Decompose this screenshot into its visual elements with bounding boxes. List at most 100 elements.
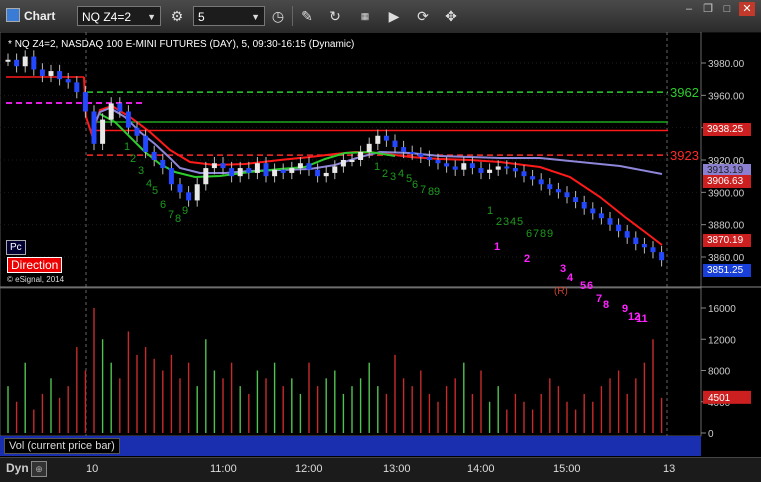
time-label: 11:00 <box>210 463 237 475</box>
count-label-green: 9 <box>547 228 553 240</box>
candle-body <box>306 163 312 170</box>
maximize-icon[interactable]: □ <box>719 2 735 16</box>
candle-body <box>495 166 501 170</box>
dyn-mode-label[interactable]: Dyn <box>6 461 29 475</box>
count-label-magenta: 11 <box>636 313 648 325</box>
candle-body <box>280 169 286 173</box>
close-icon[interactable]: ✕ <box>739 2 755 16</box>
count-label-green: 1 <box>487 205 493 217</box>
candle-body <box>22 56 28 67</box>
time-label: 10 <box>86 463 99 475</box>
price-tick-label: 3900.00 <box>708 188 745 199</box>
candle-body <box>14 59 20 67</box>
volume-title-bar: Vol (current price bar) <box>0 436 701 456</box>
candle-body <box>659 252 665 261</box>
candle-body <box>194 184 200 201</box>
candle-body <box>598 213 604 219</box>
candle-body <box>521 171 527 177</box>
symbol-settings-icon[interactable]: ⚙ <box>167 6 187 26</box>
copyright-text: © eSignal, 2014 <box>7 275 65 284</box>
time-axis[interactable]: Dyn ⊕ 10 11:00 12:00 13:00 14:00 15:00 13 <box>0 457 761 482</box>
candle-body <box>229 168 235 177</box>
data-table-icon[interactable]: ▦ <box>355 6 375 26</box>
candle-body <box>186 192 192 201</box>
count-label-magenta: 6 <box>587 280 593 292</box>
candle-body <box>177 184 183 193</box>
count-label-green: 2 <box>496 216 502 228</box>
link-icon[interactable]: ⟳ <box>413 6 433 26</box>
volume-tick-label: 0 <box>708 429 714 440</box>
candle-body <box>641 244 647 248</box>
candle-body <box>272 169 278 177</box>
candle-body <box>203 168 209 185</box>
count-label-green: 9 <box>182 205 188 217</box>
toolbar-divider <box>292 6 293 26</box>
interval-combo[interactable]: 5 ▼ <box>193 6 265 26</box>
count-label-magenta: 2 <box>524 253 530 265</box>
candle-body <box>48 71 54 76</box>
candle-body <box>349 160 355 162</box>
symbol-combo[interactable]: NQ Z4=2 ▼ <box>77 6 161 26</box>
pc-badge[interactable]: Pc <box>6 240 26 255</box>
candle-body <box>220 163 226 169</box>
count-label-green: 7 <box>533 228 539 240</box>
candle-body <box>469 163 475 169</box>
chart-svg[interactable]: 3980.003960.003940.003920.003900.003880.… <box>0 31 761 456</box>
play-icon[interactable]: ▶ <box>384 6 404 26</box>
clock-icon[interactable]: ◷ <box>268 6 288 26</box>
count-label-magenta: 5 <box>580 280 586 292</box>
crosshair-icon[interactable]: ✥ <box>441 6 461 26</box>
restore-icon[interactable]: ❐ <box>700 2 716 16</box>
candle-body <box>332 166 338 173</box>
candle-body <box>573 197 579 203</box>
candle-body <box>435 160 441 164</box>
count-label-green: 4 <box>398 168 404 180</box>
candle-body <box>254 163 260 173</box>
price-tick-label: 3860.00 <box>708 253 745 264</box>
volume-pane[interactable] <box>0 287 702 437</box>
candle-body <box>65 79 71 83</box>
symbol-value: NQ Z4=2 <box>82 10 132 24</box>
candle-body <box>452 166 458 170</box>
window-title: Chart <box>6 8 55 23</box>
direction-badge[interactable]: Direction <box>7 257 63 273</box>
chevron-down-icon[interactable]: ▼ <box>147 7 156 27</box>
count-label-magenta: 8 <box>603 299 609 311</box>
candle-body <box>409 151 415 154</box>
candle-body <box>117 103 123 112</box>
price-label: 3870.19 <box>703 233 751 247</box>
count-label-green: 6 <box>526 228 532 240</box>
candle-body <box>538 179 544 185</box>
volume-current-label: 4501 <box>708 393 731 404</box>
star-icon: * <box>8 39 12 50</box>
candle-body <box>581 202 587 209</box>
candle-body <box>650 247 656 253</box>
candle-body <box>375 135 381 144</box>
window-title-text: Chart <box>24 9 56 23</box>
candle-body <box>100 119 106 144</box>
chart-header: * NQ Z4=2, NASDAQ 100 E-MINI FUTURES (DA… <box>8 39 354 50</box>
count-label-green: 7 <box>420 184 426 196</box>
chevron-down-icon[interactable]: ▼ <box>251 7 260 27</box>
draw-pencil-icon[interactable]: ✎ <box>297 6 317 26</box>
count-label-magenta: 1 <box>494 241 500 253</box>
candle-body <box>246 168 252 173</box>
chart-header-text: NQ Z4=2, NASDAQ 100 E-MINI FUTURES (DAY)… <box>14 39 355 50</box>
refresh-icon[interactable]: ↻ <box>325 6 345 26</box>
price-label: 3906.63 <box>703 174 751 188</box>
volume-label[interactable]: Vol (current price bar) <box>4 438 120 454</box>
candle-body <box>358 151 364 160</box>
candle-body <box>383 135 389 141</box>
chart-panes[interactable]: 3980.003960.003940.003920.003900.003880.… <box>0 31 761 456</box>
candle-body <box>211 163 217 169</box>
zoom-icon[interactable]: ⊕ <box>31 461 47 477</box>
count-label-green: 7 <box>168 209 174 221</box>
chart-toolbar: Chart NQ Z4=2 ▼ ⚙ 5 ▼ ◷ ✎ ↻ ▦ ▶ ⟳ ✥ – ❐ □ … <box>0 0 761 33</box>
count-label-green: 1 <box>374 161 380 173</box>
minimize-icon[interactable]: – <box>681 2 697 16</box>
volume-tick-label: 8000 <box>708 367 731 378</box>
chart-window: Chart NQ Z4=2 ▼ ⚙ 5 ▼ ◷ ✎ ↻ ▦ ▶ ⟳ ✥ – ❐ □ … <box>0 0 761 482</box>
candle-body <box>237 168 243 177</box>
candle-body <box>461 163 467 170</box>
candle-body <box>340 160 346 167</box>
